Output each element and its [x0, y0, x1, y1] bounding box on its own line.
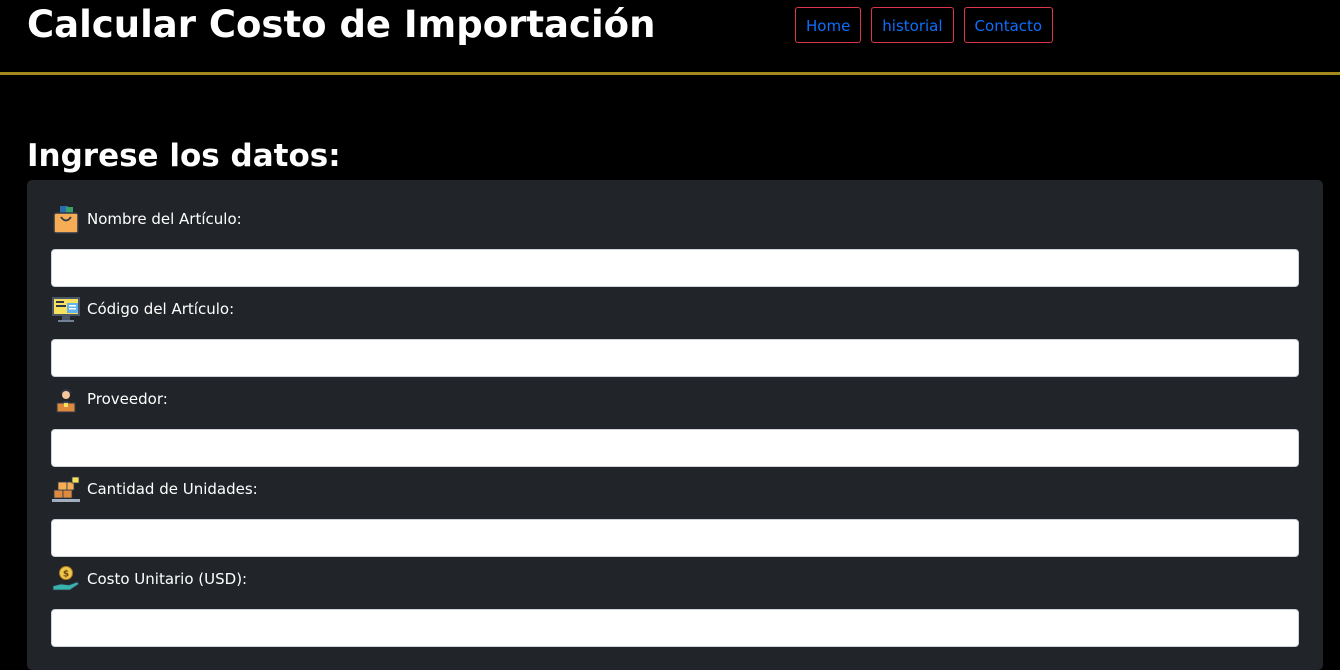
supplier-label-text: Proveedor: — [87, 390, 168, 408]
field-supplier: Proveedor: — [51, 382, 1299, 467]
form-heading: Ingrese los datos: — [27, 138, 341, 174]
article-name-label-text: Nombre del Artículo: — [87, 210, 242, 228]
article-name-input[interactable] — [51, 249, 1299, 287]
shopping-bag-icon — [53, 206, 79, 234]
coin-hand-icon: $ — [52, 566, 80, 591]
supplier-input[interactable] — [51, 429, 1299, 467]
nav-contacto-link[interactable]: Contacto — [963, 7, 1054, 43]
supplier-label: Proveedor: — [51, 382, 1299, 416]
article-code-label-text: Código del Artículo: — [87, 300, 235, 318]
quantity-label: Cantidad de Unidades: — [51, 472, 1299, 506]
boxes-icon — [52, 476, 80, 502]
svg-text:$: $ — [63, 570, 69, 580]
main-nav: Home historial Contacto — [795, 7, 1054, 43]
field-article-name: Nombre del Artículo: — [51, 202, 1299, 287]
article-code-label: Código del Artículo: — [51, 292, 1299, 326]
article-code-input[interactable] — [51, 339, 1299, 377]
unit-cost-input[interactable] — [51, 609, 1299, 647]
quantity-label-text: Cantidad de Unidades: — [87, 480, 258, 498]
field-article-code: Código del Artículo: — [51, 292, 1299, 377]
import-cost-form: Nombre del Artículo: Código del Artículo… — [27, 180, 1323, 670]
code-monitor-icon — [52, 297, 80, 322]
field-unit-cost: $ Costo Unitario (USD): — [51, 562, 1299, 647]
article-name-label: Nombre del Artículo: — [51, 202, 1299, 236]
unit-cost-label-text: Costo Unitario (USD): — [87, 570, 248, 588]
quantity-input[interactable] — [51, 519, 1299, 557]
header: Calcular Costo de Importación Home histo… — [0, 0, 1340, 75]
page-title: Calcular Costo de Importación — [27, 3, 656, 46]
supplier-icon — [56, 389, 76, 413]
nav-historial-link[interactable]: historial — [871, 7, 954, 43]
nav-home-link[interactable]: Home — [795, 7, 862, 43]
unit-cost-label: $ Costo Unitario (USD): — [51, 562, 1299, 596]
field-quantity: Cantidad de Unidades: — [51, 472, 1299, 557]
